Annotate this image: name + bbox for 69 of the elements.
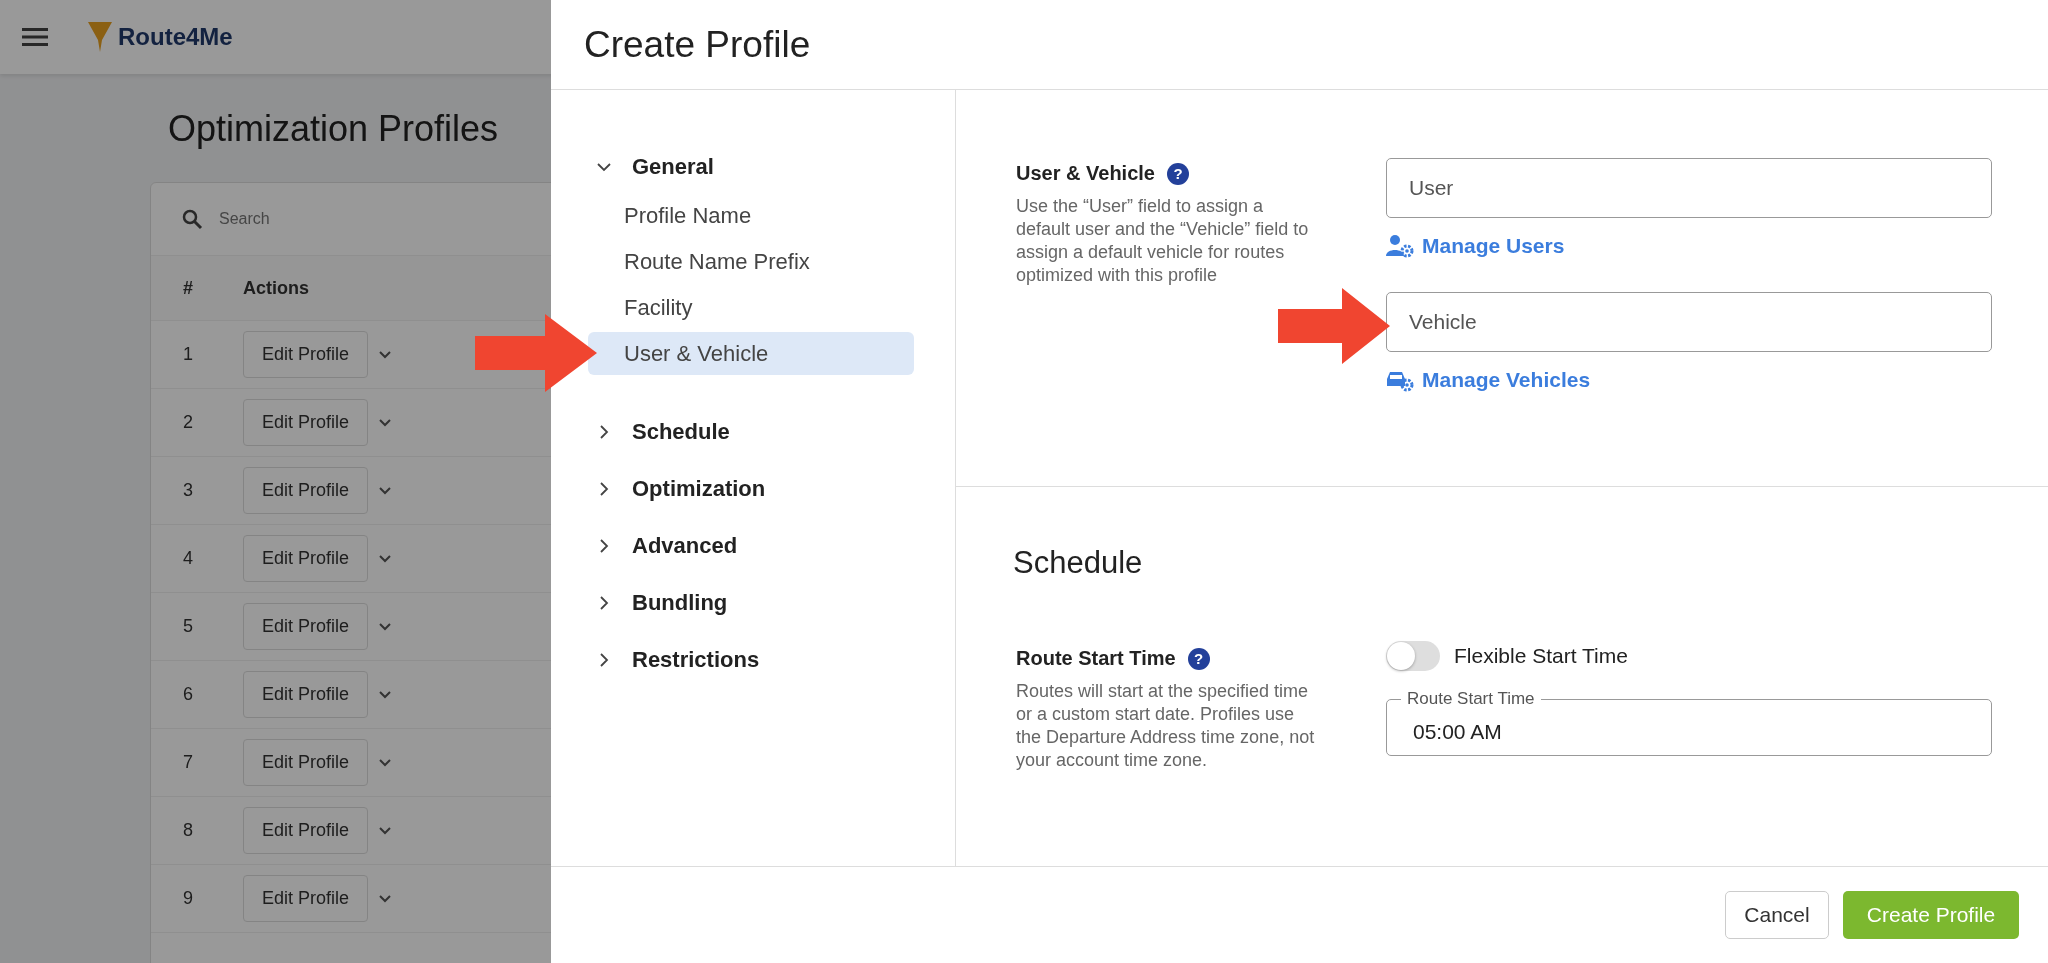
setting-label: Route Start Time (1016, 647, 1176, 670)
nav-section[interactable]: General (588, 154, 955, 180)
chevron-icon (596, 161, 612, 173)
column-header[interactable]: Actions (243, 277, 309, 299)
chevron-icon (598, 424, 610, 440)
user-gear-icon (1386, 234, 1414, 258)
table-cell-text: 5 (183, 616, 194, 637)
dialog-title: Create Profile (584, 23, 811, 66)
caret-icon[interactable] (378, 893, 393, 904)
cancel-button[interactable]: Cancel (1725, 891, 1829, 939)
column-header[interactable]: # (183, 277, 243, 299)
help-icon[interactable]: ? (1187, 647, 1210, 670)
table-cell-text: 1 (183, 344, 194, 365)
nav-section[interactable]: Schedule (588, 419, 955, 445)
nav-section[interactable]: Restrictions (588, 647, 955, 673)
caret-icon[interactable] (378, 825, 393, 836)
edit-profile-button[interactable]: Edit Profile (243, 331, 369, 378)
chevron-icon (598, 652, 610, 668)
table-cell-text: 2 (183, 412, 194, 433)
setting-label: User & Vehicle (1016, 162, 1155, 185)
edit-profile-button[interactable]: Edit Profile (243, 603, 369, 650)
nav-item[interactable]: User & Vehicle (588, 332, 914, 375)
time-field[interactable]: Route Start Time 05:00 AM (1386, 689, 1992, 756)
field-label: Route Start Time (1406, 689, 1536, 709)
caret-icon[interactable] (378, 485, 393, 496)
nav-item[interactable]: Profile Name (588, 194, 914, 237)
input-field[interactable]: User (1386, 158, 1992, 218)
caret-icon[interactable] (378, 621, 393, 632)
help-icon[interactable]: ? (1166, 162, 1189, 185)
edit-profile-button[interactable]: Edit Profile (243, 399, 369, 446)
nav-section[interactable]: Optimization (588, 476, 955, 502)
edit-profile-button[interactable]: Edit Profile (243, 535, 369, 582)
nav-section[interactable]: Bundling (588, 590, 955, 616)
table-cell-text: 8 (183, 820, 194, 841)
caret-icon[interactable] (378, 757, 393, 768)
nav-item[interactable]: Route Name Prefix (588, 240, 914, 283)
table-cell-text: 4 (183, 548, 194, 569)
chevron-icon (598, 538, 610, 554)
table-cell-text: 6 (183, 684, 194, 705)
manage-users-link[interactable]: Manage Users (1386, 234, 1565, 258)
caret-icon[interactable] (378, 417, 393, 428)
nav-section[interactable]: Advanced (588, 533, 955, 559)
table-cell-text: 3 (183, 480, 194, 501)
section-heading: Schedule (1013, 545, 1144, 581)
caret-icon[interactable] (378, 553, 393, 564)
toggle-label: Flexible Start Time (1454, 644, 1628, 668)
table-cell-text: 7 (183, 752, 194, 773)
edit-profile-button[interactable]: Edit Profile (243, 807, 369, 854)
table-cell-text: 9 (183, 888, 194, 909)
edit-profile-button[interactable]: Edit Profile (243, 739, 369, 786)
toggle-switch[interactable] (1386, 641, 1440, 671)
setting-description: Routes will start at the specified time or a custom start date. Profiles use the Departure Address time zone, not your account time zone. (1016, 680, 1316, 772)
page-title: Optimization Profiles (168, 108, 500, 150)
input-field[interactable]: Vehicle (1386, 292, 1992, 352)
menu-icon[interactable] (22, 27, 48, 47)
logo-text[interactable]: Route4Me (118, 23, 233, 51)
edit-profile-button[interactable]: Edit Profile (243, 671, 369, 718)
caret-icon[interactable] (378, 689, 393, 700)
setting-description: Use the “User” field to assign a default user and the “Vehicle” field to assign a default vehicle for routes optimized with this profile (1016, 195, 1310, 287)
caret-icon[interactable] (378, 349, 393, 360)
search-field[interactable]: Search (217, 209, 421, 229)
nav-item[interactable]: Facility (588, 286, 914, 329)
edit-profile-button[interactable]: Edit Profile (243, 467, 369, 514)
time-input[interactable]: 05:00 AM (1387, 709, 1991, 755)
edit-profile-button[interactable]: Edit Profile (243, 875, 369, 922)
chevron-icon (598, 481, 610, 497)
search-icon (181, 208, 203, 230)
chevron-icon (598, 595, 610, 611)
manage-vehicles-link[interactable]: Manage Vehicles (1386, 368, 1591, 392)
